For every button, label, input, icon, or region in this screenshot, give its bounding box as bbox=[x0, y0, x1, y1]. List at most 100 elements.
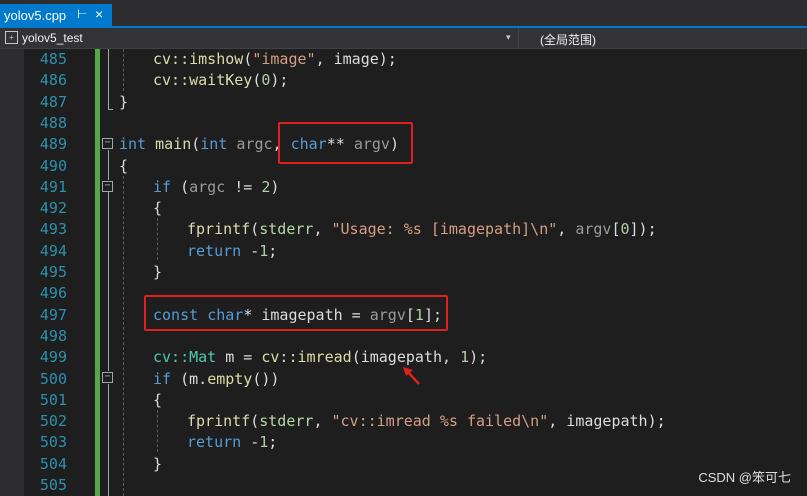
editor-left-margin bbox=[0, 49, 24, 496]
scope-dropdown[interactable]: (全局范围) bbox=[519, 28, 807, 48]
line-number: 497 bbox=[39, 305, 67, 324]
code-token: != bbox=[225, 177, 262, 196]
code-line-485: cv::imshow("image", image); bbox=[153, 49, 397, 70]
code-token: cv::Mat bbox=[153, 348, 217, 367]
code-line-492: { bbox=[153, 198, 162, 219]
code-line-500: if (m.empty()) bbox=[153, 369, 279, 390]
code-token: return bbox=[187, 433, 242, 452]
code-line-486: cv::waitKey(0); bbox=[153, 70, 288, 91]
fold-toggle-main[interactable]: − bbox=[102, 138, 113, 149]
code-token: cv::waitKey bbox=[153, 71, 253, 90]
code-token: - bbox=[241, 241, 260, 260]
watermark: CSDN @笨可七 bbox=[698, 470, 791, 485]
code-line-494: return -1; bbox=[187, 241, 277, 262]
code-line-501: { bbox=[153, 390, 162, 411]
code-editor[interactable]: 485 486 487 488 489 490 491 492 493 494 495 496 497 4… bbox=[0, 49, 807, 496]
line-number: 495 bbox=[39, 263, 67, 281]
project-dropdown[interactable]: + yolov5_test ▾ bbox=[0, 28, 519, 48]
code-token: (m. bbox=[171, 369, 208, 388]
navigation-bar: + yolov5_test ▾ (全局范围) bbox=[0, 28, 807, 49]
code-token: ) bbox=[270, 177, 280, 196]
code-token: ( bbox=[171, 177, 190, 196]
code-line-487: } bbox=[119, 92, 128, 113]
indent-guide bbox=[123, 49, 124, 91]
line-number: 491 bbox=[39, 177, 67, 196]
pin-icon[interactable]: ⊢ bbox=[77, 7, 87, 21]
red-arrow-annotation bbox=[403, 367, 420, 385]
code-token: { bbox=[153, 390, 163, 409]
code-token: int bbox=[119, 135, 147, 154]
code-token: "Usage: %s [imagepath]\n" bbox=[331, 220, 558, 239]
code-line-491: if (argc != 2) bbox=[153, 177, 279, 198]
line-number: 502 bbox=[39, 412, 67, 431]
code-line-499: cv::Mat m = cv::imread(imagepath, 1); bbox=[153, 347, 487, 368]
line-number: 486 bbox=[39, 71, 67, 90]
code-token: ; bbox=[268, 241, 278, 260]
code-token: 0 bbox=[620, 220, 630, 239]
code-token: , bbox=[313, 412, 332, 431]
fold-line bbox=[108, 192, 109, 371]
code-token: ( bbox=[191, 135, 201, 154]
line-number: 498 bbox=[39, 326, 67, 345]
code-token: { bbox=[153, 199, 163, 218]
code-line-504: } bbox=[153, 454, 162, 475]
line-number: 496 bbox=[39, 284, 67, 303]
code-token: if bbox=[153, 369, 172, 388]
code-token: int bbox=[200, 135, 228, 154]
fold-toggle-if[interactable]: − bbox=[102, 181, 113, 192]
line-number: 493 bbox=[39, 220, 67, 239]
code-token: [ bbox=[611, 220, 621, 239]
line-number: 503 bbox=[39, 433, 67, 452]
code-token: 1 bbox=[259, 433, 269, 452]
code-token: } bbox=[119, 92, 129, 111]
line-number: 492 bbox=[39, 199, 67, 218]
line-number: 505 bbox=[39, 476, 67, 494]
highlight-box-char-argv bbox=[278, 122, 413, 164]
code-token: fprintf bbox=[187, 220, 251, 239]
tab-yolov5-cpp[interactable]: yolov5.cpp ⊢ × bbox=[0, 4, 112, 28]
code-token: if bbox=[153, 177, 172, 196]
fold-toggle-if-empty[interactable]: − bbox=[102, 372, 113, 383]
tab-bar: yolov5.cpp ⊢ × bbox=[0, 0, 807, 28]
code-token: argc bbox=[236, 135, 273, 154]
code-line-502: fprintf(stderr, "cv::imread %s failed\n"… bbox=[187, 411, 666, 432]
code-token: , image); bbox=[315, 50, 397, 68]
code-token: "image" bbox=[252, 50, 316, 68]
code-token: stderr bbox=[259, 220, 314, 239]
change-tracking-bar bbox=[95, 49, 100, 496]
code-token: (imagepath, bbox=[351, 348, 461, 367]
code-token: { bbox=[119, 156, 129, 175]
code-token: ]); bbox=[629, 220, 657, 239]
line-number: 487 bbox=[39, 92, 67, 111]
code-token: "cv::imread %s failed\n" bbox=[331, 412, 549, 431]
code-token: fprintf bbox=[187, 412, 251, 431]
code-token: , bbox=[313, 220, 332, 239]
chevron-down-icon[interactable]: ▾ bbox=[506, 32, 511, 43]
code-token: } bbox=[153, 263, 163, 281]
code-token: cv::imread bbox=[261, 348, 352, 367]
code-token: main bbox=[155, 135, 192, 154]
code-token: argv bbox=[575, 220, 612, 239]
project-icon: + bbox=[5, 31, 18, 44]
line-number: 504 bbox=[39, 454, 67, 473]
fold-line-end bbox=[108, 109, 113, 110]
scope-label: (全局范围) bbox=[540, 33, 596, 47]
code-token: m = bbox=[216, 348, 262, 367]
code-token: , imagepath); bbox=[548, 412, 666, 431]
line-number: 485 bbox=[39, 50, 67, 68]
code-token: - bbox=[241, 433, 260, 452]
code-token: ); bbox=[270, 71, 289, 90]
code-token: return bbox=[187, 241, 242, 260]
fold-line bbox=[108, 49, 109, 109]
code-line-495: } bbox=[153, 262, 162, 283]
indent-guide bbox=[157, 410, 158, 452]
close-icon[interactable]: × bbox=[95, 6, 103, 22]
project-label: yolov5_test bbox=[22, 31, 83, 45]
code-token: , bbox=[557, 220, 576, 239]
line-number: 489 bbox=[39, 135, 67, 154]
code-token: argc bbox=[189, 177, 226, 196]
code-line-493: fprintf(stderr, "Usage: %s [imagepath]\n… bbox=[187, 219, 657, 240]
code-token: empty bbox=[207, 369, 253, 388]
code-token: ); bbox=[469, 348, 488, 367]
